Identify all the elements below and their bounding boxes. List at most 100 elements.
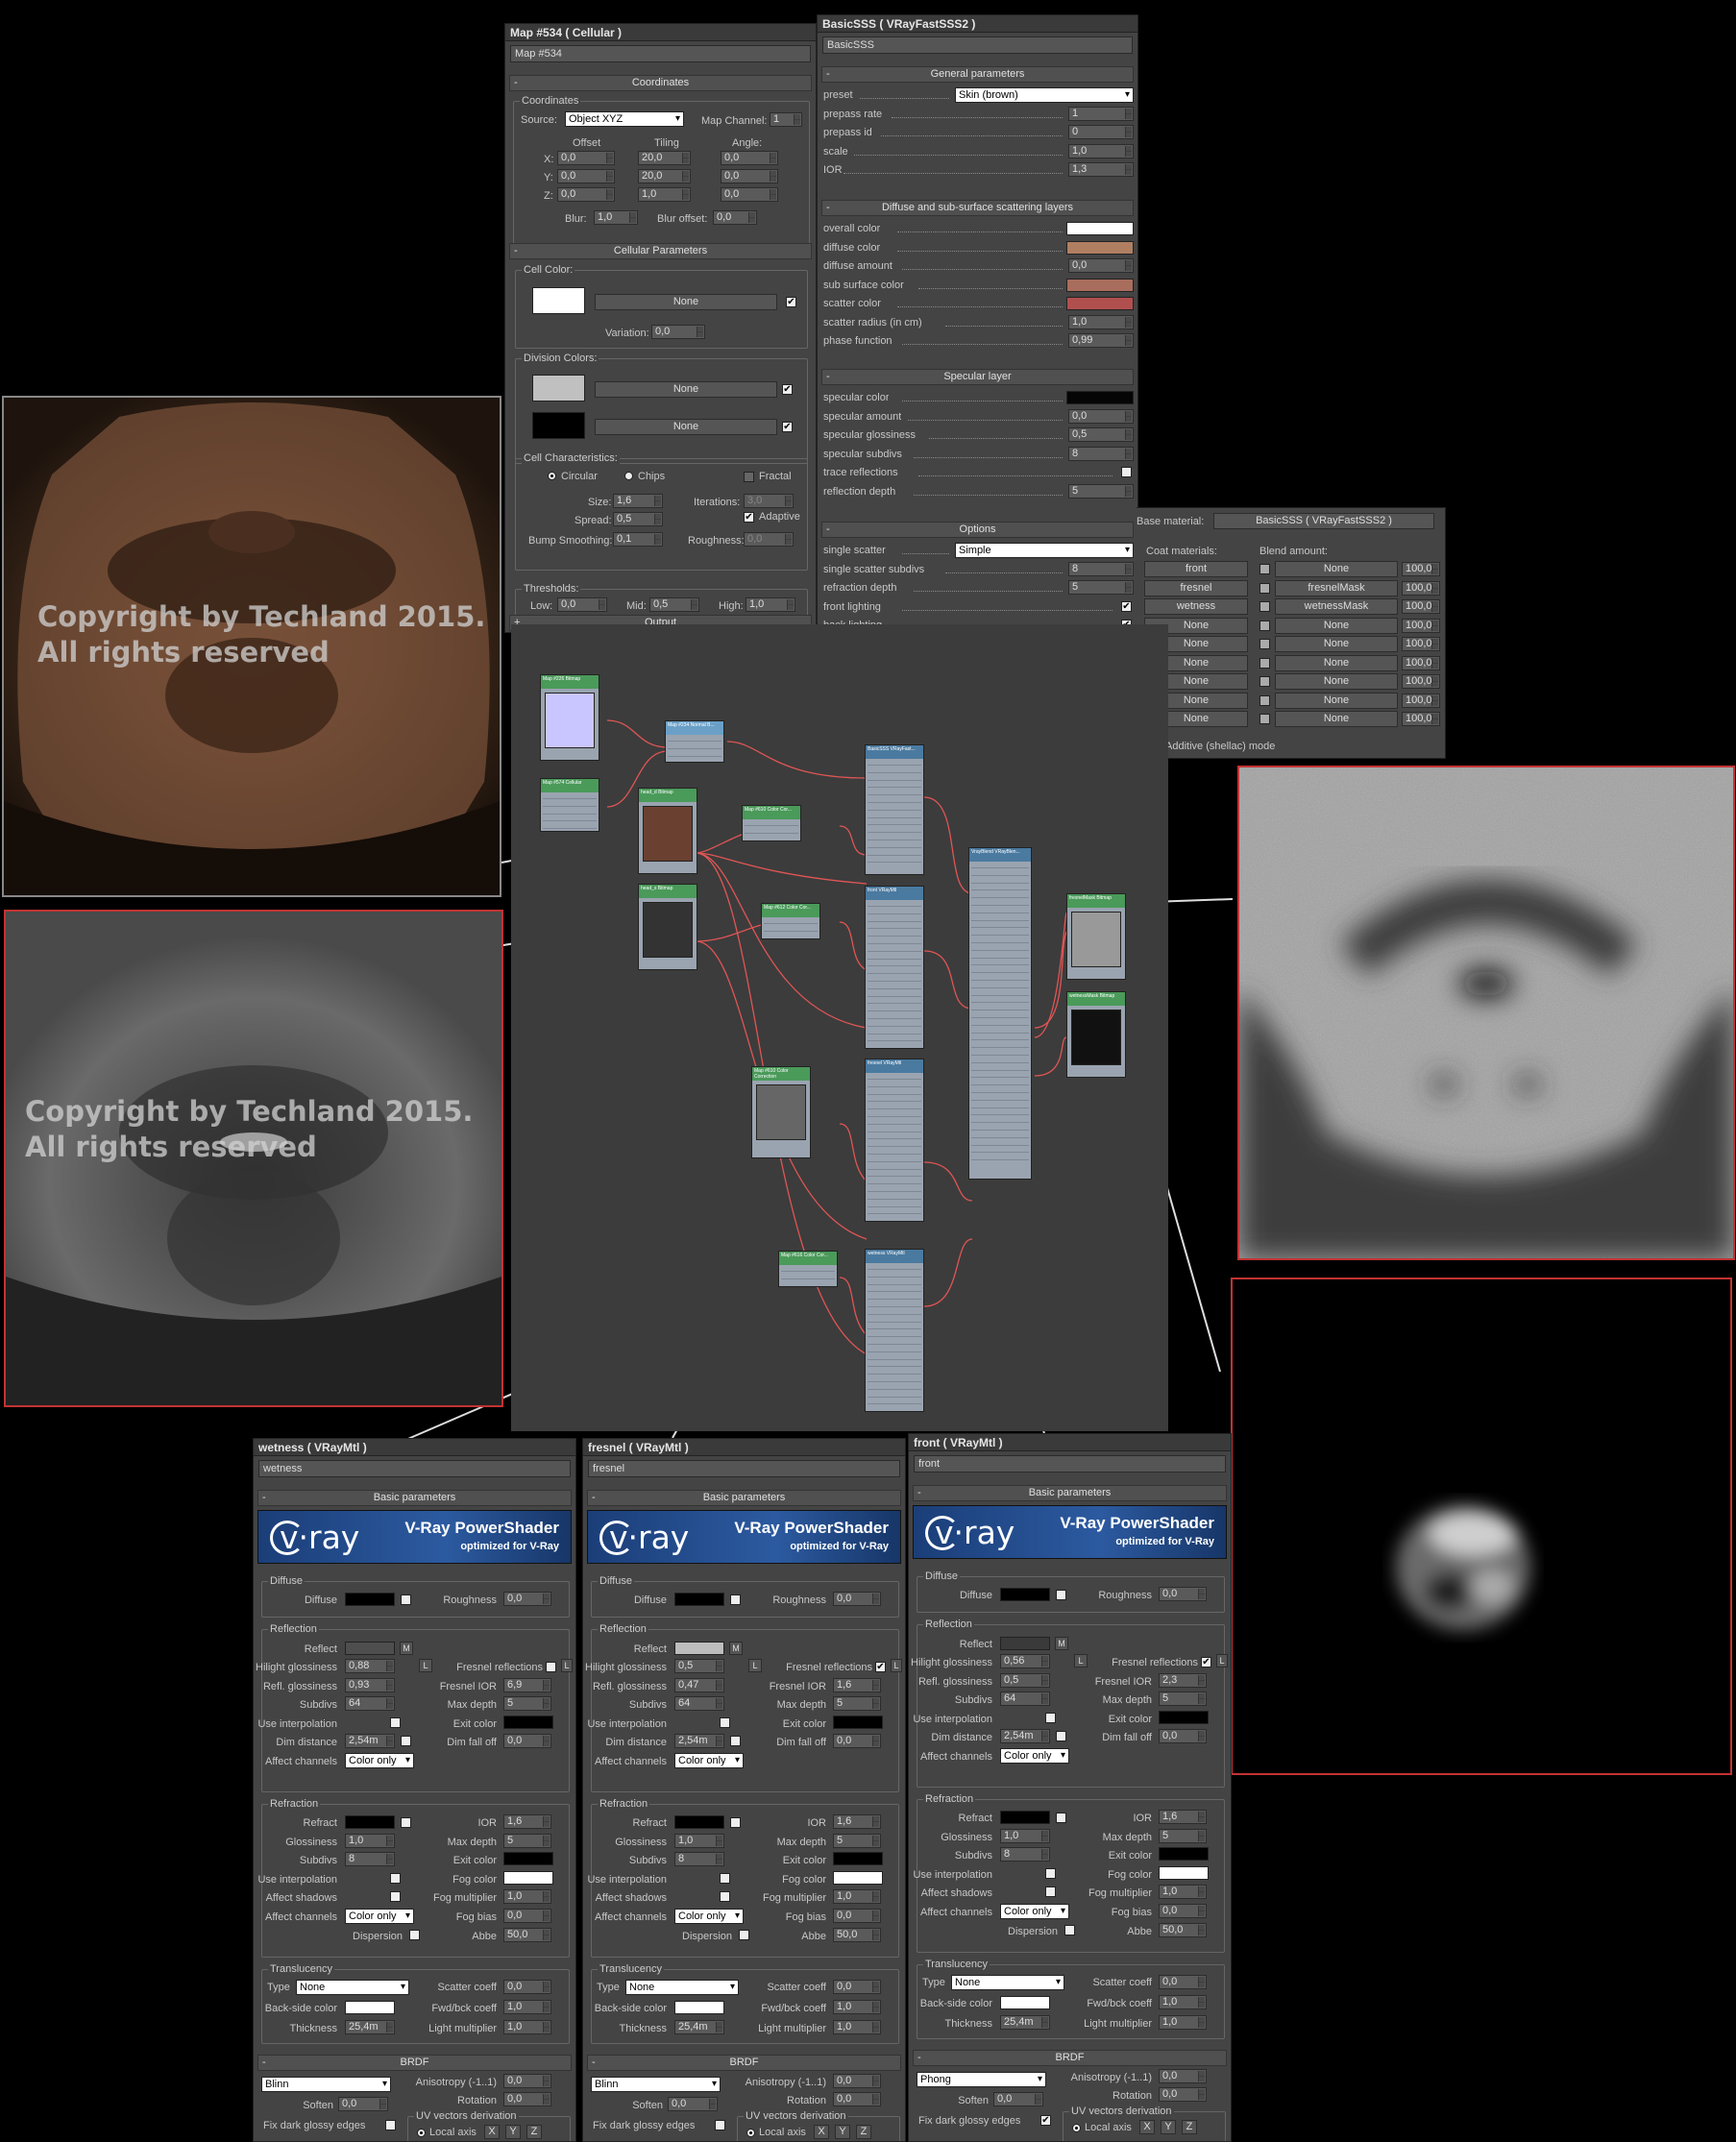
fwd-bck-coeff-spinner[interactable]: 1,0	[833, 2000, 881, 2014]
node-slot[interactable]	[868, 1007, 921, 1012]
division-color-2-checkbox[interactable]: ✔	[782, 422, 793, 432]
node-slot[interactable]	[971, 1013, 1029, 1018]
node-slot[interactable]	[971, 1021, 1029, 1026]
node-slot[interactable]	[745, 829, 798, 834]
refract-map-button[interactable]	[401, 1817, 411, 1828]
node-slot[interactable]	[971, 1043, 1029, 1049]
rotation-spinner[interactable]: 0,0	[503, 2092, 551, 2106]
fresnel-ior-spinner[interactable]: 6,9	[503, 1678, 551, 1692]
node-slot[interactable]	[971, 923, 1029, 929]
node-slot[interactable]	[971, 1126, 1029, 1131]
sss-spinner[interactable]: 0,5	[1068, 427, 1134, 442]
material-node[interactable]: fresnel VRayMtl	[865, 1059, 924, 1222]
node-slot[interactable]	[971, 1035, 1029, 1041]
node-slot[interactable]	[868, 858, 921, 864]
node-slot[interactable]	[868, 1187, 921, 1192]
node-slot[interactable]	[868, 947, 921, 952]
diffuse-map-button[interactable]	[730, 1594, 741, 1605]
basic-parameters-rollout[interactable]: - Basic parameters	[257, 1490, 572, 1506]
blend-amount-spinner[interactable]: 100,0	[1402, 693, 1440, 708]
node-slot[interactable]	[868, 924, 921, 930]
node-slot[interactable]	[868, 1165, 921, 1170]
roughness-spinner[interactable]: 0,0	[503, 1592, 551, 1606]
roughness-spinner[interactable]: 0,0	[1159, 1587, 1207, 1601]
brdf-type-dropdown[interactable]: Phong	[917, 2072, 1046, 2087]
node-slot[interactable]	[868, 1128, 921, 1132]
refract-map-button[interactable]	[1056, 1813, 1066, 1823]
node-slot[interactable]	[868, 1090, 921, 1095]
coat-enable-checkbox[interactable]	[1259, 676, 1270, 687]
node-slot[interactable]	[971, 1133, 1029, 1138]
node-slot[interactable]	[971, 871, 1029, 876]
node-slot[interactable]	[868, 961, 921, 967]
division-color-1-map-button[interactable]: None	[595, 381, 777, 398]
high-spinner[interactable]: 1,0	[746, 597, 795, 612]
refr-affect-channels-dropdown[interactable]: Color only	[674, 1909, 744, 1924]
sss-spinner[interactable]: 5	[1068, 580, 1134, 595]
dispersion-checkbox[interactable]	[409, 1930, 420, 1940]
sss-dropdown[interactable]: Skin (brown)	[955, 87, 1134, 103]
material-node[interactable]: head_d Bitmap	[638, 788, 697, 874]
hilight-glossiness-spinner[interactable]: 0,5	[674, 1659, 724, 1673]
node-slot[interactable]	[971, 916, 1029, 921]
scatter-coeff-spinner[interactable]: 0,0	[833, 1980, 881, 1994]
material-node[interactable]: wetnessMask Bitmap	[1066, 991, 1126, 1078]
sss-color-swatch[interactable]	[1066, 222, 1134, 235]
node-slot[interactable]	[971, 1104, 1029, 1108]
chips-radio[interactable]	[624, 472, 633, 480]
node-slot[interactable]	[868, 1332, 921, 1338]
blend-amount-spinner[interactable]: 100,0	[1402, 674, 1440, 689]
blend-map-button[interactable]: None	[1275, 692, 1398, 709]
variation-spinner[interactable]: 0,0	[651, 325, 705, 339]
refl-glossiness-spinner[interactable]: 0,93	[345, 1678, 395, 1692]
fog-bias-spinner[interactable]: 0,0	[833, 1909, 881, 1923]
ior-spinner[interactable]: 1,6	[1159, 1810, 1207, 1824]
material-name-field[interactable]: fresnel	[588, 1460, 900, 1477]
fresnel-reflections-checkbox[interactable]	[546, 1662, 556, 1672]
use-interpolation-checkbox[interactable]	[390, 1717, 401, 1728]
brdf-rollout[interactable]: - BRDF	[257, 2055, 572, 2071]
diffuse-map-button[interactable]	[1056, 1590, 1066, 1600]
diffuse-color-swatch[interactable]	[1000, 1588, 1050, 1601]
node-slot[interactable]	[868, 1112, 921, 1117]
blur-offset-spinner[interactable]: 0,0	[713, 210, 757, 225]
use-interpolation-checkbox[interactable]	[1045, 1713, 1056, 1723]
abbe-spinner[interactable]: 50,0	[1159, 1923, 1207, 1937]
sss-color-swatch[interactable]	[1066, 391, 1134, 404]
sss-spinner[interactable]: 0,0	[1068, 258, 1134, 273]
node-slot[interactable]	[868, 761, 921, 766]
dim-falloff-spinner[interactable]: 0,0	[833, 1734, 881, 1748]
backside-color-swatch[interactable]	[1000, 1996, 1050, 2009]
blend-map-button[interactable]: None	[1275, 673, 1398, 690]
coat-enable-checkbox[interactable]	[1259, 657, 1270, 669]
node-slot[interactable]	[868, 1340, 921, 1345]
fresnel-reflections-checkbox[interactable]: ✔	[875, 1662, 886, 1672]
axis-z-button[interactable]: Z	[1182, 2120, 1197, 2134]
refr-subdivs-spinner[interactable]: 8	[1000, 1847, 1050, 1862]
roughness-spinner[interactable]: 0,0	[744, 532, 794, 547]
node-slot[interactable]	[971, 879, 1029, 884]
hilight-lock-button[interactable]: L	[748, 1659, 762, 1672]
dim-distance-checkbox[interactable]	[401, 1736, 411, 1746]
scatter-coeff-spinner[interactable]: 0,0	[1159, 1975, 1207, 1989]
node-slot[interactable]	[543, 810, 597, 815]
soften-spinner[interactable]: 0,0	[993, 2092, 1043, 2106]
brdf-type-dropdown[interactable]: Blinn	[591, 2077, 721, 2092]
circular-radio[interactable]	[548, 472, 556, 480]
fresnel-lock-button[interactable]: L	[891, 1659, 902, 1672]
fractal-checkbox[interactable]	[744, 472, 754, 482]
coat-material-button[interactable]: fresnel	[1144, 579, 1248, 596]
light-multiplier-spinner[interactable]: 1,0	[833, 2020, 881, 2034]
anisotropy-spinner[interactable]: 0,0	[1159, 2069, 1207, 2083]
translucency-type-dropdown[interactable]: None	[625, 1980, 739, 1995]
node-slot[interactable]	[868, 814, 921, 818]
offset-z-spinner[interactable]: 0,0	[557, 187, 615, 202]
axis-y-button[interactable]: Y	[505, 2125, 521, 2139]
sss-spinner[interactable]: 0	[1068, 125, 1134, 139]
coat-material-button[interactable]: wetness	[1144, 598, 1248, 615]
refract-color-swatch[interactable]	[345, 1815, 395, 1829]
blend-map-button[interactable]: None	[1275, 617, 1398, 634]
node-slot[interactable]	[868, 985, 921, 989]
node-slot[interactable]	[868, 1407, 921, 1411]
refract-color-swatch[interactable]	[674, 1815, 724, 1829]
